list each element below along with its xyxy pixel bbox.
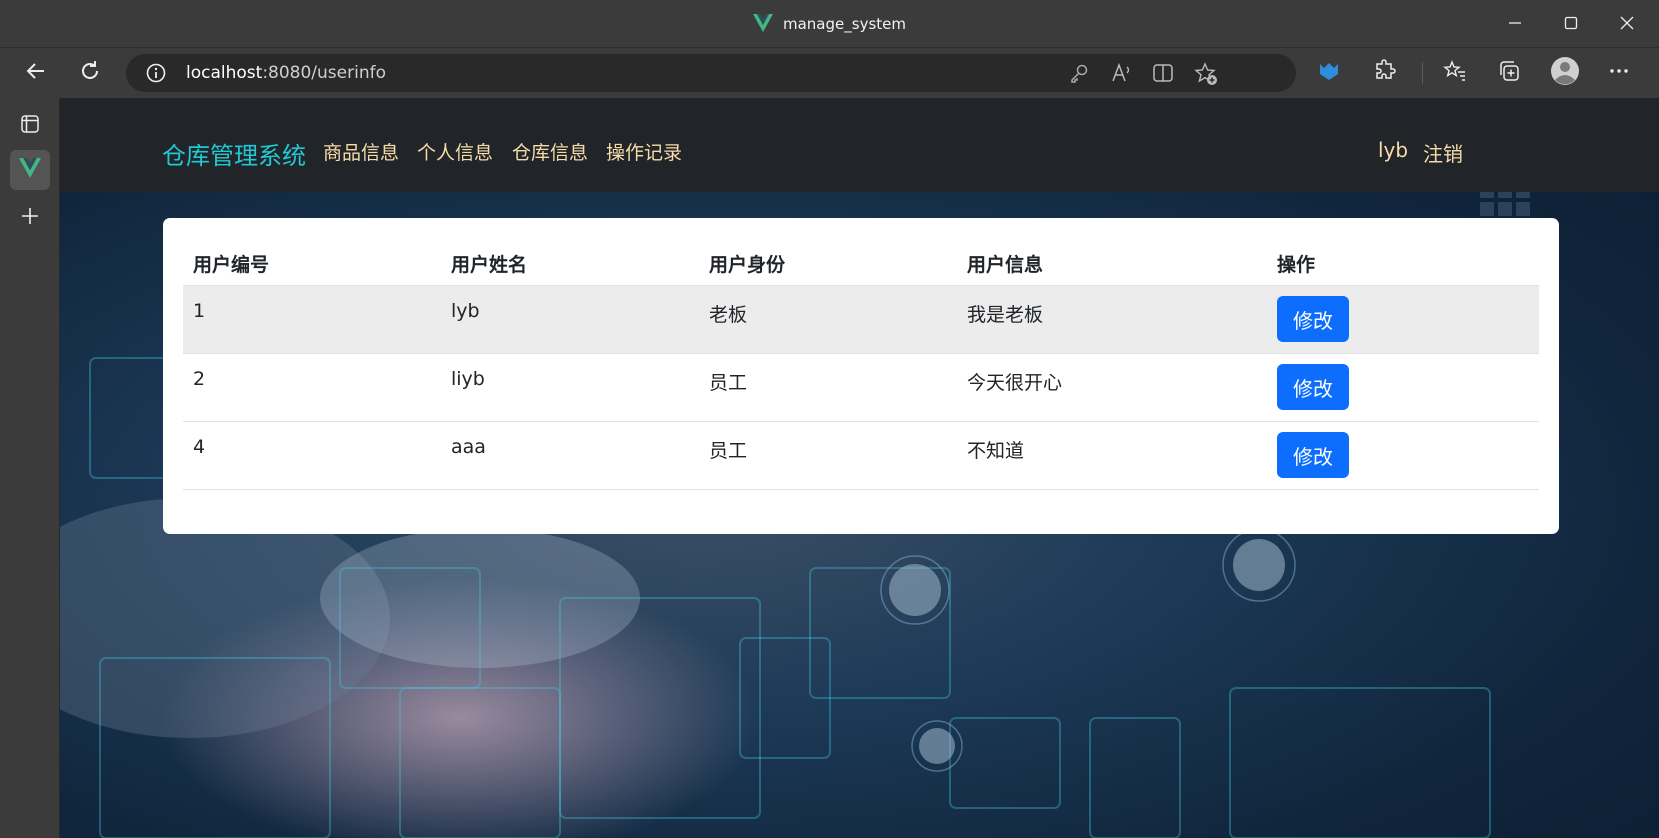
collections-button[interactable] [1491,55,1527,91]
current-username[interactable]: lyb [1378,138,1408,162]
extensions-button[interactable] [1367,55,1403,91]
page-viewport: 仓库管理系统 商品信息 个人信息 仓库信息 操作记录 lyb 注销 用户编号 用… [60,98,1659,838]
profile-avatar-icon [1550,56,1580,90]
favorites-button[interactable] [1437,55,1473,91]
profile-button[interactable] [1547,55,1583,91]
key-icon[interactable] [1068,62,1090,84]
logout-link[interactable]: 注销 [1423,138,1463,167]
nav-link-operation-log[interactable]: 操作记录 [606,138,682,165]
table-row: 4 aaa 员工 不知道 修改 [183,422,1539,490]
cell-user-name: lyb [451,300,480,322]
nav-link-profile[interactable]: 个人信息 [417,138,493,165]
cell-user-name: aaa [451,436,486,458]
more-button[interactable] [1601,55,1637,91]
refresh-button[interactable] [72,55,108,91]
user-table-card: 用户编号 用户姓名 用户身份 用户信息 操作 1 lyb 老板 我是老板 修改 … [163,218,1559,534]
cell-user-id: 1 [193,300,206,322]
user-table: 用户编号 用户姓名 用户身份 用户信息 操作 1 lyb 老板 我是老板 修改 … [183,240,1539,490]
read-aloud-icon[interactable] [1110,62,1132,84]
close-icon [1620,15,1634,34]
table-row: 1 lyb 老板 我是老板 修改 [183,286,1539,354]
edit-button[interactable]: 修改 [1277,364,1349,410]
vue-logo-icon [753,14,773,36]
back-button[interactable] [18,55,54,91]
cell-user-id: 2 [193,368,206,390]
tab-actions-icon [20,114,40,138]
title-bar: manage_system [0,0,1659,48]
header-user-id: 用户编号 [193,254,270,276]
url-path: :8080/userinfo [262,63,386,83]
cell-user-info: 我是老板 [967,304,1044,326]
edit-button[interactable]: 修改 [1277,432,1349,478]
window-title: manage_system [0,14,1659,36]
cell-user-role: 老板 [709,304,748,326]
cell-user-role: 员工 [709,372,748,394]
maximize-button[interactable] [1543,0,1599,48]
brand-title[interactable]: 仓库管理系统 [162,136,306,171]
collections-icon [1497,59,1521,87]
nav-link-warehouse[interactable]: 仓库信息 [512,138,588,165]
address-bar[interactable]: localhost:8080/userinfo [126,54,1296,92]
minimize-button[interactable] [1487,0,1543,48]
nav-link-goods[interactable]: 商品信息 [323,138,399,165]
favorites-icon [1443,59,1467,87]
header-user-role: 用户身份 [709,254,786,276]
table-header-row: 用户编号 用户姓名 用户身份 用户信息 操作 [183,240,1539,286]
table-row: 2 liyb 员工 今天很开心 修改 [183,354,1539,422]
cell-user-name: liyb [451,368,485,390]
extension-shield-icon [1318,60,1340,86]
tab-manage-system[interactable] [10,150,50,190]
extension-button[interactable] [1311,55,1347,91]
tab-actions-button[interactable] [10,106,50,146]
url-host: localhost [186,63,263,83]
refresh-icon [78,59,102,87]
edit-button[interactable]: 修改 [1277,296,1349,342]
top-navbar: 仓库管理系统 商品信息 个人信息 仓库信息 操作记录 lyb 注销 [60,98,1659,192]
info-icon[interactable] [146,63,166,87]
split-screen-icon[interactable] [1152,62,1174,84]
back-icon [24,59,48,87]
extensions-icon [1373,59,1397,87]
cell-user-info: 今天很开心 [967,372,1063,394]
minimize-icon [1508,15,1522,34]
add-favorite-icon[interactable] [1194,62,1217,85]
new-tab-icon [20,206,40,230]
more-icon [1608,60,1630,86]
close-window-button[interactable] [1599,0,1655,48]
vue-logo-icon [19,158,41,182]
vertical-tabs-panel [0,98,60,838]
url-text[interactable]: localhost:8080/userinfo [186,63,386,83]
maximize-icon [1564,15,1578,34]
header-user-name: 用户姓名 [451,254,528,276]
header-action: 操作 [1277,254,1316,276]
browser-toolbar: localhost:8080/userinfo [0,48,1659,98]
cell-user-info: 不知道 [967,440,1025,462]
new-tab-button[interactable] [10,198,50,238]
cell-user-role: 员工 [709,440,748,462]
toolbar-divider [1422,62,1423,84]
cell-user-id: 4 [193,436,206,458]
window-title-text: manage_system [783,15,906,33]
header-user-info: 用户信息 [967,254,1044,276]
